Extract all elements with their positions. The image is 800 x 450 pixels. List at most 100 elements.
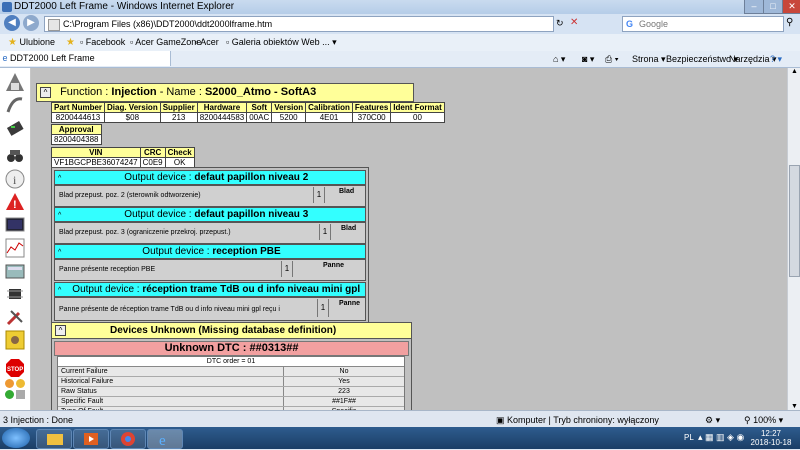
status-text: 3 Injection : Done <box>3 415 74 425</box>
screen-icon[interactable] <box>5 215 25 235</box>
dtc-details: DTC order = 01 Current Failure No Historic… <box>57 356 405 410</box>
diag-plug-icon[interactable] <box>5 118 25 138</box>
dtc-row: Current Failure No <box>58 367 404 377</box>
check-header: Check <box>164 147 195 158</box>
info-icon[interactable]: i <box>5 169 25 189</box>
output-device-header[interactable]: ^ Output device : defaut papillon niveau … <box>54 170 366 185</box>
keyboard-icon[interactable] <box>5 261 25 281</box>
output-device-header[interactable]: ^ Output device : reception PBE <box>54 244 366 259</box>
start-button[interactable] <box>2 428 30 448</box>
zoom-level[interactable]: ⚲ 100% ▾ <box>744 415 783 426</box>
search-placeholder: Google <box>639 19 669 29</box>
favorites-button[interactable]: ★ Ulubione <box>8 37 55 48</box>
fav-acer-gamezone[interactable]: ▫ Acer GameZone <box>130 37 201 47</box>
vin-table: VIN CRC Check VF1BGCPBE36074247 C0E9 OK <box>51 147 195 168</box>
vin-value: VF1BGCPBE36074247 <box>51 157 141 168</box>
devices-unknown-panel: Unknown DTC : ##0313## DTC order = 01 Cu… <box>51 338 412 410</box>
home-icon[interactable]: ⌂ ▾ <box>553 54 565 65</box>
computer-icon: ▣ <box>496 415 505 425</box>
small-orange-icon[interactable] <box>5 379 14 388</box>
crc-value: C0E9 <box>139 157 166 168</box>
ident-header: Diag. Version <box>104 102 161 113</box>
ident-value: 00 <box>390 112 445 123</box>
tools-icon[interactable] <box>5 307 25 327</box>
security-zone: ▣ Komputer | Tryb chroniony: wyłączony <box>496 415 659 425</box>
taskbar-explorer[interactable] <box>36 429 72 449</box>
output-device-row: Blad przepust. poz. 2 (sterownik odtworz… <box>54 185 366 207</box>
title-bar: DDT2000 Left Frame - Windows Internet Ex… <box>0 0 800 14</box>
protected-icon[interactable]: ⚙ ▾ <box>705 415 720 426</box>
taskbar-chrome[interactable] <box>110 429 146 449</box>
address-bar[interactable]: C:\Program Files (x86)\DDT2000\ddt2000lf… <box>44 16 554 32</box>
unknown-dtc-title: Unknown DTC : ##0313## <box>54 341 409 356</box>
output-device-row: Blad przepust. poz. 3 (ograniczenie prze… <box>54 222 366 244</box>
minimize-button[interactable]: – <box>744 0 764 14</box>
search-box[interactable]: G Google <box>622 16 784 32</box>
refresh-icon[interactable]: ↻ <box>556 18 564 29</box>
warning-icon[interactable]: ! <box>5 192 25 212</box>
shapes-icon[interactable] <box>5 72 25 92</box>
tab-ddt2000[interactable]: e DDT2000 Left Frame <box>0 51 171 66</box>
dtc-row: Specific Fault ##1F## <box>58 397 404 407</box>
dtc-row: Raw Status 223 <box>58 387 404 397</box>
svg-text:STOP: STOP <box>7 367 23 373</box>
small-gray-icon[interactable] <box>16 390 25 399</box>
fav-acer[interactable]: ▫ Acer <box>195 37 219 47</box>
svg-text:!: ! <box>13 199 17 211</box>
content-frame: ^ Function : Injection - Name : S2000_At… <box>31 68 787 410</box>
dtc-key: Raw Status <box>58 387 284 396</box>
close-button[interactable]: ✕ <box>782 0 800 14</box>
ident-table: Part Number Diag. Version Supplier Hardware… <box>50 102 445 123</box>
add-favorite-icon[interactable]: ★ <box>66 37 75 48</box>
language-indicator[interactable]: PL <box>684 433 694 442</box>
check-value: OK <box>164 157 195 168</box>
dtc-order: DTC order = 01 <box>58 357 404 367</box>
dtc-value: No <box>339 368 349 375</box>
small-green-icon[interactable] <box>5 390 14 399</box>
print-icon[interactable]: ⎙ ▾ <box>605 54 618 65</box>
scroll-down-icon[interactable]: ▼ <box>788 403 800 410</box>
menu-strona[interactable]: Strona ▾ <box>632 54 666 65</box>
stop-sign-icon[interactable]: STOP <box>5 358 25 378</box>
scroll-up-icon[interactable]: ▲ <box>788 68 800 75</box>
taskbar: e PL ▴ ▦ ▥ ◈ ◉ 12:27 2018-10-18 <box>0 427 800 449</box>
binoculars-icon[interactable] <box>5 146 25 166</box>
ident-header: Features <box>351 102 392 113</box>
vin-header: VIN <box>51 147 141 158</box>
stop-icon[interactable]: ✕ <box>570 17 578 28</box>
taskbar-ie[interactable]: e <box>147 429 183 449</box>
scrollbar-thumb[interactable] <box>789 165 800 277</box>
feeds-icon[interactable]: ◙ ▾ <box>582 54 594 65</box>
output-device-row: Panne présente reception PBE 1 Panne <box>54 259 366 281</box>
graph-icon[interactable] <box>5 238 25 258</box>
output-device-header[interactable]: ^ Output device : defaut papillon niveau … <box>54 207 366 222</box>
svg-text:e: e <box>159 433 166 448</box>
ident-value: 8200444583 <box>196 112 248 123</box>
fav-facebook[interactable]: ▫ Facebook <box>80 37 125 47</box>
collapse-icon[interactable]: ^ <box>55 325 66 336</box>
tab-row: e DDT2000 Left Frame ⌂ ▾ ◙ ▾ ⎙ ▾ Strona … <box>0 51 800 68</box>
status-bar: 3 Injection : Done ▣ Komputer | Tryb chr… <box>0 410 800 428</box>
fav-galeria[interactable]: ▫ Galeria obiektów Web ... ▾ <box>226 37 337 48</box>
config-icon[interactable] <box>5 330 25 350</box>
forward-icon[interactable]: ▶ <box>23 15 39 31</box>
back-icon[interactable]: ◀ <box>4 15 20 31</box>
maximize-button[interactable]: □ <box>763 0 783 14</box>
menu-bezpieczenstwo[interactable]: Bezpieczeństwo ▾ <box>666 54 738 65</box>
left-icon-frame: i ! STOP <box>0 68 31 410</box>
output-device-header[interactable]: ^ Output device : réception trame TdB ou … <box>54 282 366 297</box>
tray-icons[interactable]: ▴ ▦ ▥ ◈ ◉ <box>698 432 744 443</box>
function-header: ^ Function : Injection - Name : S2000_At… <box>36 83 414 102</box>
ident-header: Part Number <box>50 102 106 113</box>
approval-table: Approval 8200404388 <box>51 124 102 145</box>
output-device-row: Panne présente de réception trame TdB ou… <box>54 297 366 321</box>
collapse-icon[interactable]: ^ <box>40 87 51 98</box>
help-icon[interactable]: ? ▾ <box>770 54 782 65</box>
clock[interactable]: 12:27 2018-10-18 <box>745 429 797 447</box>
small-yellow-icon[interactable] <box>16 379 25 388</box>
cable-icon[interactable] <box>5 95 25 115</box>
taskbar-media[interactable] <box>73 429 109 449</box>
chip-icon[interactable] <box>5 284 25 304</box>
crc-header: CRC <box>139 147 166 158</box>
search-magnifier-icon[interactable]: ⚲ <box>786 17 793 28</box>
